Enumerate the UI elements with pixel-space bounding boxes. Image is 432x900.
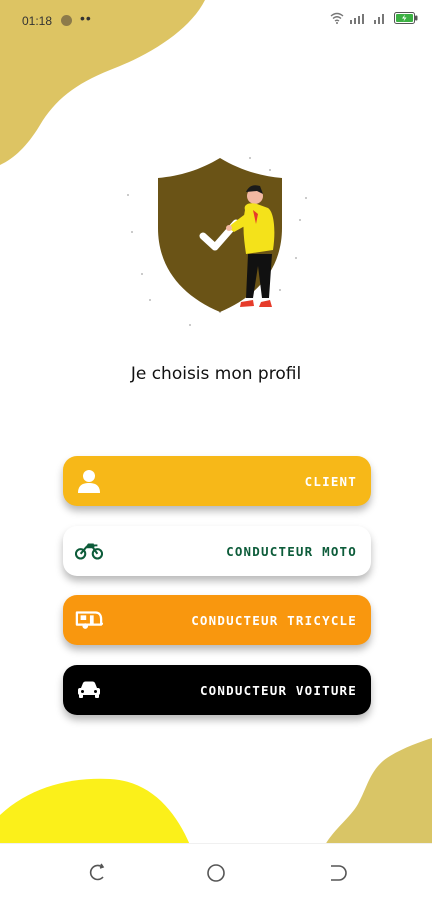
status-bar: 01:18 ••: [0, 0, 432, 44]
status-more: ••: [80, 10, 92, 26]
person-icon: [75, 467, 103, 495]
recents-icon[interactable]: [86, 862, 108, 884]
signal-icon-2: [374, 14, 384, 24]
wifi-icon: [330, 12, 344, 24]
navigation-bar: [0, 843, 432, 900]
client-button[interactable]: CLIENT: [63, 456, 371, 506]
conducteur-tricycle-label: CONDUCTEUR TRICYCLE: [191, 612, 357, 628]
signal-icon: [350, 14, 364, 24]
status-icons: [330, 12, 418, 24]
motorcycle-icon: [75, 537, 103, 565]
notification-dot-icon: [61, 15, 72, 26]
status-time: 01:18: [22, 14, 53, 28]
battery-icon: [394, 12, 418, 24]
conducteur-moto-button[interactable]: CONDUCTEUR MOTO: [63, 526, 371, 576]
conducteur-voiture-button[interactable]: CONDUCTEUR VOITURE: [63, 665, 371, 715]
conducteur-tricycle-button[interactable]: CONDUCTEUR TRICYCLE: [63, 595, 371, 645]
back-icon[interactable]: [325, 862, 347, 884]
home-icon[interactable]: [205, 862, 227, 884]
bottom-left-blob: [0, 778, 190, 845]
caravan-icon: [75, 606, 103, 634]
conducteur-moto-label: CONDUCTEUR MOTO: [226, 543, 357, 559]
security-illustration: [127, 157, 307, 326]
page-title: Je choisis mon profil: [130, 364, 302, 384]
conducteur-voiture-label: CONDUCTEUR VOITURE: [199, 682, 357, 698]
client-label: CLIENT: [304, 473, 357, 489]
bottom-right-blob: [325, 738, 432, 845]
car-icon: [75, 676, 103, 704]
